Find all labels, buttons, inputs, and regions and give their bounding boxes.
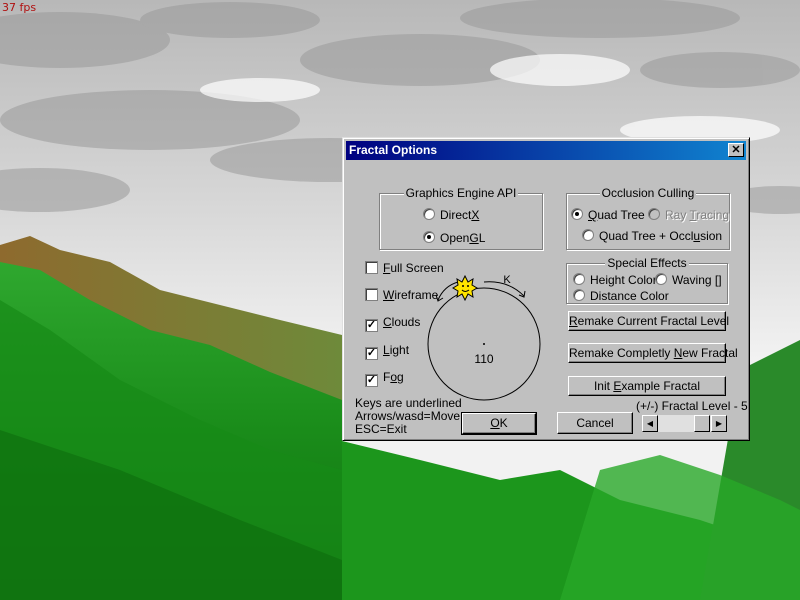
radio-indicator bbox=[573, 289, 585, 301]
key-k-label: K bbox=[503, 274, 511, 286]
scroll-right-arrow-icon[interactable]: ▶ bbox=[711, 415, 727, 432]
checkbox-box bbox=[365, 261, 378, 274]
graphics-api-title: Graphics Engine API bbox=[403, 186, 519, 200]
occlusion-title: Occlusion Culling bbox=[599, 186, 697, 200]
fps-counter: 37 fps bbox=[2, 1, 37, 14]
remake-current-level-button[interactable]: Remake Current Fractal Level bbox=[568, 311, 729, 331]
radio-ray-tracing: Ray Tracing bbox=[648, 208, 729, 222]
radio-indicator bbox=[573, 273, 585, 285]
radio-height-color[interactable]: Height Color bbox=[573, 273, 657, 287]
radio-indicator bbox=[582, 229, 594, 241]
radio-indicator bbox=[423, 208, 435, 220]
radio-quad-tree[interactable]: Quad Tree bbox=[571, 208, 645, 222]
scroll-thumb[interactable] bbox=[694, 415, 710, 432]
radio-directx[interactable]: DirectX bbox=[423, 208, 479, 222]
cancel-button[interactable]: Cancel bbox=[557, 412, 633, 434]
fractal-level-label: (+/-) Fractal Level - 5 bbox=[636, 399, 748, 413]
radio-waving[interactable]: Waving [] bbox=[655, 273, 722, 287]
radio-indicator bbox=[571, 208, 583, 220]
radio-indicator bbox=[423, 231, 435, 243]
checkbox-box: ✓ bbox=[365, 347, 378, 360]
radio-distance-color[interactable]: Distance Color bbox=[573, 289, 669, 303]
ok-button[interactable]: OK bbox=[461, 412, 537, 435]
remake-new-fractal-button[interactable]: Remake Completly New Fractal bbox=[568, 343, 738, 363]
title-bar[interactable]: Fractal Options ✕ bbox=[346, 141, 746, 160]
radio-opengl[interactable]: OpenGL bbox=[423, 231, 485, 245]
radio-indicator bbox=[655, 273, 667, 285]
scroll-left-arrow-icon[interactable]: ◀ bbox=[642, 415, 658, 432]
checkbox-box bbox=[365, 288, 378, 301]
checkbox-box: ✓ bbox=[365, 374, 378, 387]
close-button[interactable]: ✕ bbox=[728, 143, 744, 157]
radio-indicator bbox=[648, 208, 660, 220]
init-example-fractal-button[interactable]: Init Example Fractal bbox=[568, 376, 726, 396]
sun-icon[interactable] bbox=[452, 274, 478, 302]
sun-position-dial[interactable]: 110 K bbox=[420, 268, 550, 403]
checkbox-box: ✓ bbox=[365, 319, 378, 332]
fractal-level-scrollbar[interactable]: ◀ ▶ bbox=[642, 415, 727, 432]
close-icon: ✕ bbox=[731, 144, 741, 156]
dialog-title: Fractal Options bbox=[349, 143, 438, 157]
checkbox-fog[interactable]: ✓ Fog bbox=[365, 371, 404, 387]
special-effects-title: Special Effects bbox=[605, 256, 689, 270]
checkbox-light[interactable]: ✓ Light bbox=[365, 344, 409, 360]
checkbox-clouds[interactable]: ✓ Clouds bbox=[365, 316, 420, 332]
radio-quad-tree-occlusion[interactable]: Quad Tree + Occlusion bbox=[582, 229, 722, 243]
dial-value: 110 bbox=[474, 352, 493, 366]
help-esc-exit: ESC=Exit bbox=[355, 422, 407, 436]
